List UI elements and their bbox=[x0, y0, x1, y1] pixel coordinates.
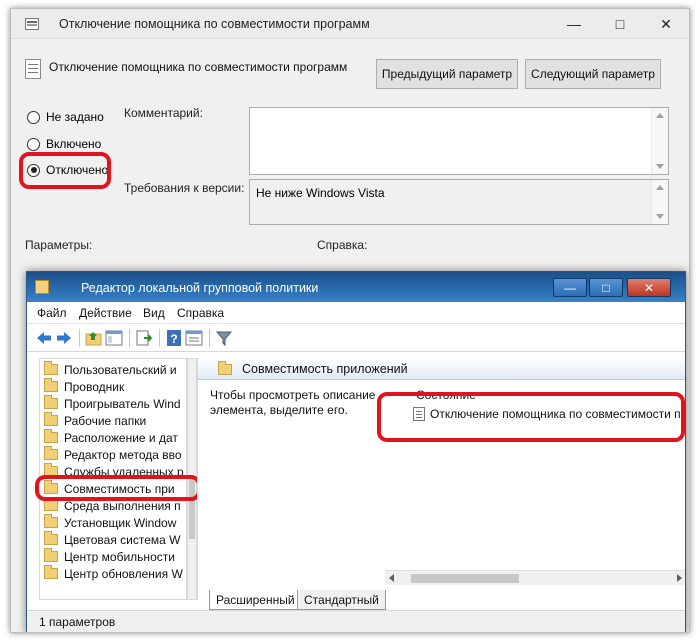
tree-item[interactable]: Редактор метода вво bbox=[44, 446, 182, 463]
highlight-disabled-option bbox=[19, 152, 111, 189]
folder-icon bbox=[44, 446, 58, 460]
toolbar-separator bbox=[129, 329, 130, 347]
screenshot-frame: Отключение помощника по совместимости пр… bbox=[10, 8, 690, 633]
status-bar: 1 параметров bbox=[27, 610, 685, 632]
toolbar: ? bbox=[27, 324, 685, 352]
svg-text:?: ? bbox=[170, 332, 177, 346]
tree-item[interactable]: Рабочие папки bbox=[44, 412, 146, 429]
tree-item[interactable]: Проводник bbox=[44, 378, 124, 395]
tree-item-label: Цветовая система W bbox=[64, 532, 181, 547]
tree-item[interactable]: Цветовая система W bbox=[44, 531, 181, 548]
tree-item-label: Проигрыватель Wind bbox=[64, 396, 181, 411]
description-text: Чтобы просмотреть описание элемента, выд… bbox=[210, 388, 376, 417]
tree-item[interactable]: Расположение и дат bbox=[44, 429, 178, 446]
folder-icon bbox=[44, 531, 58, 545]
dialog-window-icon bbox=[25, 18, 39, 30]
export-icon[interactable] bbox=[135, 329, 153, 347]
close-icon[interactable]: ✕ bbox=[643, 9, 689, 39]
menu-view[interactable]: Вид bbox=[143, 306, 165, 320]
tree-item-label: Установщик Window bbox=[64, 515, 177, 530]
highlight-compatibility-folder bbox=[35, 475, 201, 501]
menu-help[interactable]: Справка bbox=[177, 306, 224, 320]
tree-item[interactable]: Центр обновления W bbox=[44, 565, 183, 582]
radio-button[interactable] bbox=[27, 137, 40, 151]
menu-file[interactable]: Файл bbox=[37, 306, 67, 320]
view-tabs: Расширенный Стандартный bbox=[197, 590, 685, 610]
comment-textarea[interactable] bbox=[249, 107, 669, 175]
forward-arrow-icon[interactable] bbox=[55, 329, 73, 347]
minimize-icon[interactable]: — bbox=[553, 278, 587, 297]
radio-label: Включено bbox=[46, 137, 102, 151]
folder-icon bbox=[44, 412, 58, 426]
version-label: Требования к версии: bbox=[124, 181, 245, 195]
highlight-policy-setting bbox=[377, 392, 685, 442]
tab-standard[interactable]: Стандартный bbox=[297, 590, 386, 610]
previous-setting-button[interactable]: Предыдущий параметр bbox=[376, 59, 518, 89]
folder-icon bbox=[44, 395, 58, 409]
dialog-titlebar: Отключение помощника по совместимости пр… bbox=[11, 9, 689, 39]
minimize-icon[interactable]: — bbox=[551, 9, 597, 39]
tree-item-label: Пользовательский и bbox=[64, 362, 177, 377]
folder-icon bbox=[44, 429, 58, 443]
toolbar-separator bbox=[79, 329, 80, 347]
content-header-title: Совместимость приложений bbox=[242, 362, 408, 376]
tree-item-label: Редактор метода вво bbox=[64, 447, 182, 462]
tree-item-label: Центр мобильности bbox=[64, 549, 175, 564]
folder-icon bbox=[44, 497, 58, 511]
folder-icon bbox=[44, 378, 58, 392]
radio-label: Не задано bbox=[46, 110, 104, 124]
version-value: Не ниже Windows Vista bbox=[256, 186, 385, 200]
toolbar-separator bbox=[209, 329, 210, 347]
help-label: Справка: bbox=[317, 238, 368, 252]
gpe-titlebar: Редактор локальной групповой политики — … bbox=[27, 272, 685, 302]
tree-item-label: Проводник bbox=[64, 379, 125, 394]
tree-item-label: Расположение и дат bbox=[64, 430, 178, 445]
tree-item[interactable]: Центр мобильности bbox=[44, 548, 175, 565]
gpe-title: Редактор локальной групповой политики bbox=[81, 281, 319, 295]
folder-icon bbox=[44, 548, 58, 562]
version-scrollbar[interactable] bbox=[651, 180, 668, 224]
tree-item[interactable]: Проигрыватель Wind bbox=[44, 395, 181, 412]
folder-icon bbox=[44, 514, 58, 528]
back-arrow-icon[interactable] bbox=[35, 329, 53, 347]
status-text: 1 параметров bbox=[39, 615, 116, 629]
scroll-left-icon[interactable] bbox=[389, 574, 394, 582]
tree-item[interactable]: Установщик Window bbox=[44, 514, 176, 531]
folder-icon bbox=[44, 565, 58, 579]
tab-extended[interactable]: Расширенный bbox=[209, 590, 302, 610]
properties-icon[interactable] bbox=[185, 329, 203, 347]
content-header: Совместимость приложений bbox=[198, 358, 685, 380]
folder-icon bbox=[218, 361, 232, 375]
dialog-title: Отключение помощника по совместимости пр… bbox=[59, 17, 370, 31]
close-icon[interactable]: ✕ bbox=[627, 278, 671, 297]
show-hide-icon[interactable] bbox=[105, 329, 123, 347]
scroll-thumb[interactable] bbox=[411, 574, 519, 583]
menu-bar: Файл Действие Вид Справка bbox=[27, 302, 685, 324]
tree-item-label: Центр обновления W bbox=[64, 566, 183, 581]
horizontal-scrollbar[interactable] bbox=[385, 570, 685, 585]
help-icon[interactable]: ? bbox=[165, 329, 183, 347]
scroll-right-icon[interactable] bbox=[677, 574, 682, 582]
policy-name: Отключение помощника по совместимости пр… bbox=[49, 60, 348, 74]
comment-label: Комментарий: bbox=[124, 106, 203, 120]
radio-enabled[interactable]: Включено bbox=[27, 135, 101, 153]
next-setting-button[interactable]: Следующий параметр bbox=[525, 59, 661, 89]
tree-item-label: Рабочие папки bbox=[64, 413, 147, 428]
tree-item[interactable]: Пользовательский и bbox=[44, 361, 177, 378]
folder-icon bbox=[44, 361, 58, 375]
toolbar-separator bbox=[159, 329, 160, 347]
group-policy-editor-window: Редактор локальной групповой политики — … bbox=[26, 271, 686, 632]
comment-scrollbar[interactable] bbox=[651, 108, 668, 174]
policy-icon bbox=[25, 59, 41, 79]
folder-up-icon[interactable] bbox=[85, 329, 103, 347]
filter-icon[interactable] bbox=[215, 329, 233, 347]
version-requirements-field: Не ниже Windows Vista bbox=[249, 179, 669, 225]
gpe-window-icon bbox=[35, 280, 49, 294]
maximize-icon[interactable]: □ bbox=[597, 9, 643, 39]
radio-button[interactable] bbox=[27, 110, 40, 124]
menu-action[interactable]: Действие bbox=[79, 306, 132, 320]
maximize-icon[interactable]: □ bbox=[589, 278, 623, 297]
radio-not-configured[interactable]: Не задано bbox=[27, 108, 104, 126]
params-label: Параметры: bbox=[25, 238, 93, 252]
